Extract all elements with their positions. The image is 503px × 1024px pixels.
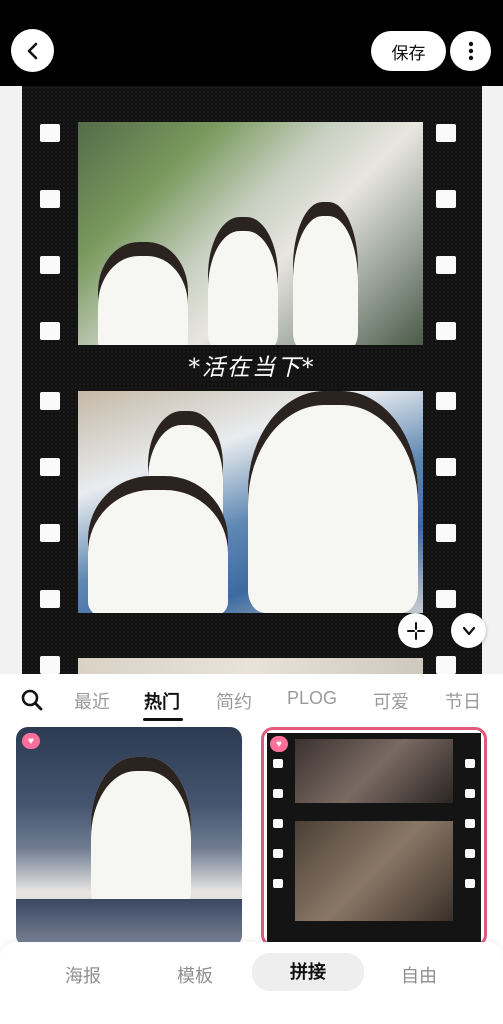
template-second-frame	[16, 899, 242, 947]
film-caption: *活在当下*	[188, 355, 316, 381]
tab-recent[interactable]: 最近	[74, 688, 110, 714]
template-card-film-strip[interactable]: ♥	[261, 727, 487, 947]
film-hole	[273, 849, 283, 858]
film-hole	[40, 190, 60, 208]
nav-stitch[interactable]: 拼接	[252, 953, 364, 991]
more-options-button[interactable]	[450, 31, 491, 71]
film-hole	[436, 190, 456, 208]
tab-cute[interactable]: 可爱	[373, 688, 409, 714]
film-hole	[40, 458, 60, 476]
canvas-preview: *活在当下*	[0, 86, 503, 674]
template-photo	[295, 821, 453, 921]
photo-person	[248, 391, 418, 613]
film-hole	[40, 322, 60, 340]
film-hole	[40, 524, 60, 542]
film-hole	[436, 524, 456, 542]
back-button[interactable]	[11, 29, 54, 72]
film-hole	[40, 124, 60, 142]
film-hole	[465, 789, 475, 798]
film-hole	[436, 656, 456, 674]
film-hole	[436, 256, 456, 274]
tab-simple[interactable]: 简约	[216, 688, 252, 714]
search-icon[interactable]	[20, 688, 44, 712]
film-hole	[465, 879, 475, 888]
collage-photo-1[interactable]	[78, 122, 423, 345]
tab-popular[interactable]: 热门	[144, 688, 180, 714]
top-bar: 保存	[0, 0, 503, 86]
film-hole	[436, 322, 456, 340]
collapse-button[interactable]	[451, 613, 486, 648]
film-hole	[436, 590, 456, 608]
heart-badge-icon: ♥	[270, 736, 288, 752]
film-hole	[436, 392, 456, 410]
nav-poster[interactable]: 海报	[38, 962, 128, 988]
sparkle-shrink-icon	[406, 621, 425, 640]
film-hole	[465, 849, 475, 858]
adjust-button[interactable]	[398, 613, 433, 648]
bottom-nav: 海报 模板 拼接 自由	[0, 942, 503, 1024]
film-hole	[40, 590, 60, 608]
active-tab-indicator	[143, 718, 183, 721]
photo-person	[208, 217, 278, 345]
more-vertical-icon	[468, 41, 473, 61]
template-film-preview	[267, 733, 481, 943]
film-hole	[273, 759, 283, 768]
film-hole	[273, 879, 283, 888]
heart-badge-icon: ♥	[22, 733, 40, 749]
template-person	[91, 757, 191, 907]
film-hole	[273, 819, 283, 828]
film-hole	[40, 656, 60, 674]
film-hole	[273, 789, 283, 798]
back-arrow-icon	[27, 42, 37, 59]
film-hole	[40, 256, 60, 274]
tab-festival[interactable]: 节日	[445, 688, 481, 714]
film-hole	[465, 819, 475, 828]
tab-plog[interactable]: PLOG	[287, 688, 337, 709]
template-photo	[295, 739, 453, 803]
photo-person	[98, 242, 188, 345]
collage-photo-3[interactable]	[78, 658, 423, 674]
template-card-city-portrait[interactable]: ♥	[16, 727, 242, 947]
photo-person	[88, 476, 228, 613]
collage-photo-2[interactable]	[78, 391, 423, 613]
nav-template[interactable]: 模板	[150, 962, 240, 988]
film-hole	[40, 392, 60, 410]
film-hole	[436, 124, 456, 142]
save-button[interactable]: 保存	[371, 31, 446, 71]
category-tabs: 最近 热门 简约 PLOG 可爱 节日	[0, 674, 503, 722]
nav-freestyle[interactable]: 自由	[374, 962, 464, 988]
film-hole	[436, 458, 456, 476]
photo-person	[293, 202, 358, 345]
film-strip-collage[interactable]: *活在当下*	[22, 86, 482, 674]
film-hole	[465, 759, 475, 768]
chevron-down-icon	[462, 626, 475, 635]
